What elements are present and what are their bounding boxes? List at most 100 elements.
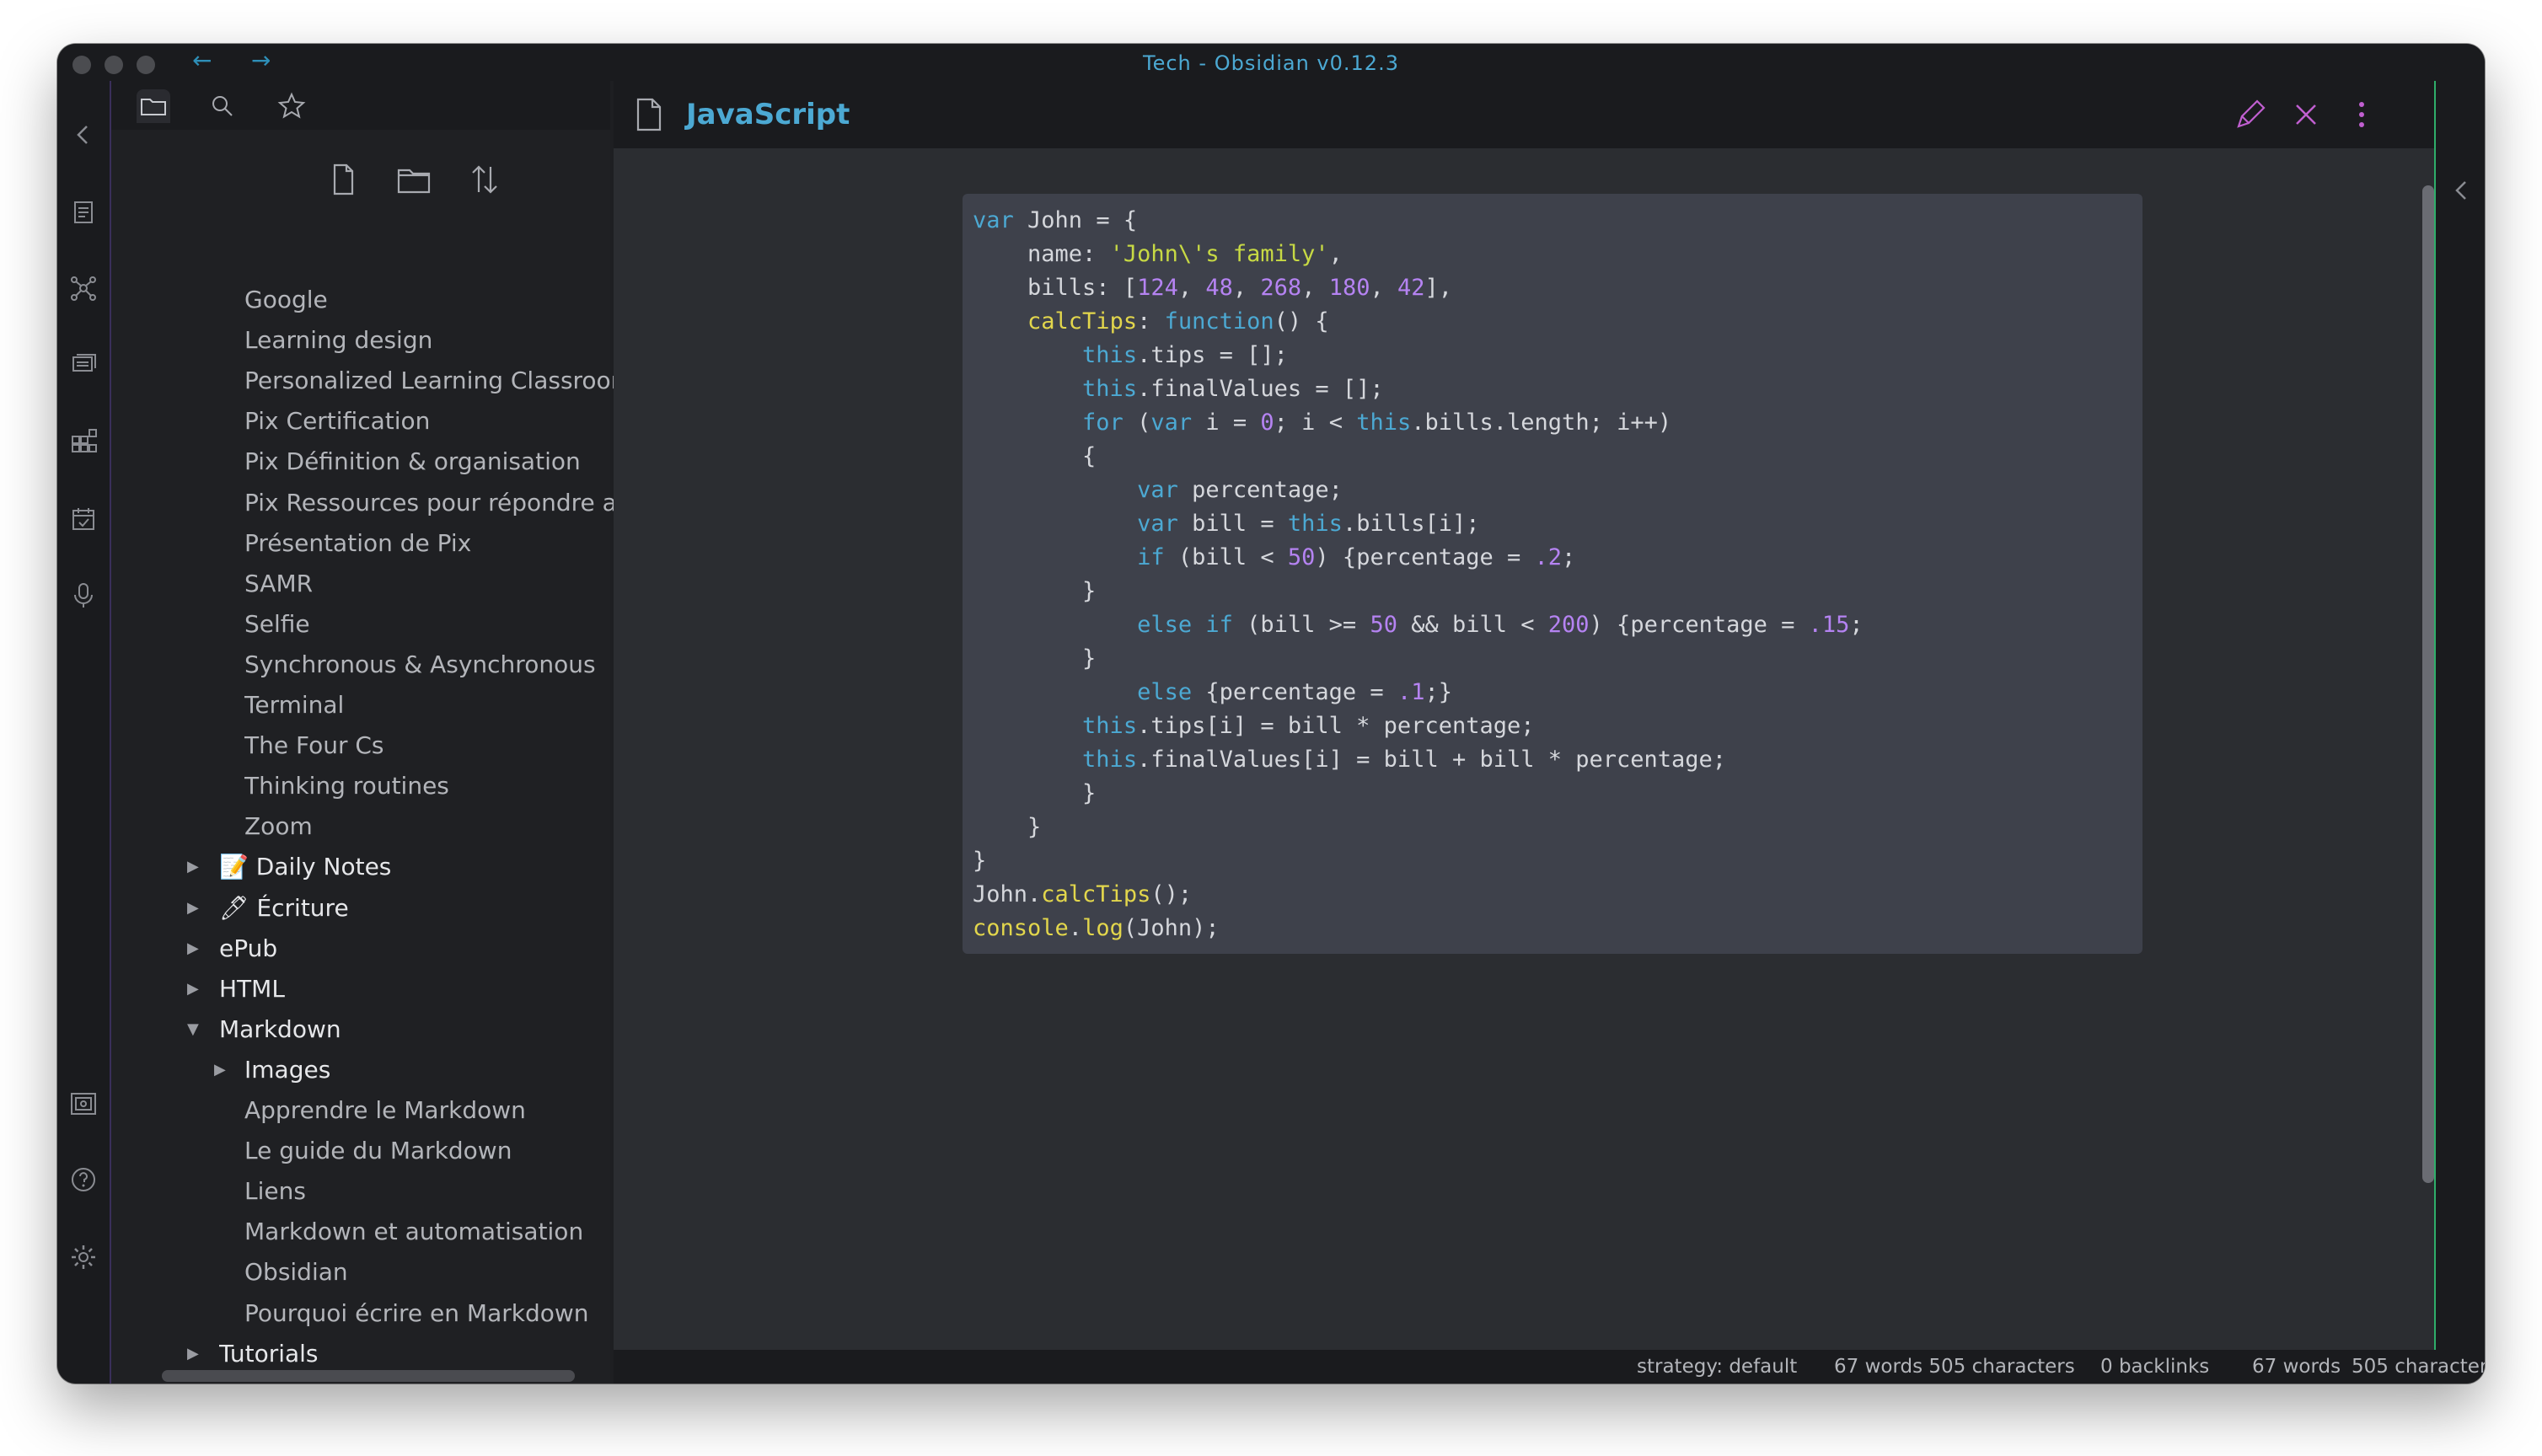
tree-file-item[interactable]: Synchronous & Asynchronous: [244, 646, 641, 683]
code-token: .: [1068, 915, 1083, 941]
tree-file-item[interactable]: Terminal: [244, 687, 641, 724]
tree-file-item[interactable]: The Four Cs: [244, 727, 641, 764]
editor-pane[interactable]: var John = { name: 'John\'s family', bil…: [614, 148, 2434, 1350]
code-block[interactable]: var John = { name: 'John\'s family', bil…: [963, 194, 2142, 954]
tree-file-item[interactable]: Selfie: [244, 606, 641, 643]
expand-right-sidebar-icon[interactable]: [2449, 174, 2473, 207]
status-strategy[interactable]: strategy: default: [1637, 1350, 1797, 1384]
close-icon[interactable]: [2287, 96, 2325, 133]
edit-pencil-icon[interactable]: [2232, 96, 2269, 133]
file-tree: Google Learning design Personalized Learni…: [111, 81, 641, 1384]
daily-note-icon[interactable]: [68, 504, 99, 534]
code-token: John = {: [1013, 207, 1138, 233]
code-token: ();: [1150, 881, 1193, 907]
code-token: () {: [1274, 308, 1329, 335]
code-token: .finalValues[i] = bill + bill * percenta…: [1137, 747, 1727, 773]
sidebar-horizontal-scrollbar[interactable]: [162, 1370, 575, 1382]
templates-icon[interactable]: [68, 349, 99, 379]
code-token: var: [1137, 511, 1178, 537]
open-quick-switcher-icon[interactable]: [68, 197, 99, 228]
tree-file-item[interactable]: Liens: [244, 1173, 641, 1210]
tree-file-item[interactable]: Apprendre le Markdown: [244, 1092, 641, 1129]
code-token: 124: [1137, 275, 1178, 301]
code-token: percentage;: [1177, 477, 1343, 503]
code-token: && bill <: [1397, 612, 1548, 638]
tree-file-item[interactable]: Obsidian: [244, 1254, 641, 1291]
code-token: this: [1082, 342, 1138, 368]
code-token: var: [973, 207, 1014, 233]
code-token: ,: [1328, 241, 1343, 267]
tree-collapse-arrow-icon[interactable]: ▼: [187, 1011, 199, 1048]
note-title[interactable]: JavaScript: [686, 94, 850, 135]
tree-file-item[interactable]: Markdown et automatisation: [244, 1213, 641, 1250]
status-character-count: 505 characters: [2352, 1356, 2485, 1378]
code-token: 0: [1260, 410, 1274, 436]
status-backlinks[interactable]: 0 backlinks: [2100, 1350, 2209, 1384]
tree-file-item[interactable]: Pix Ressources pour répondre aux que: [244, 484, 641, 522]
code-token: (: [1123, 410, 1151, 436]
microphone-icon[interactable]: [68, 580, 99, 610]
collapse-left-icon[interactable]: [68, 120, 99, 150]
editor-header: JavaScript: [614, 81, 2434, 149]
code-token: .bills[i];: [1342, 511, 1480, 537]
tree-collapse-arrow-icon[interactable]: ▶: [187, 971, 199, 1008]
tree-file-item[interactable]: Learning design: [244, 322, 641, 359]
code-token: }: [973, 645, 1097, 672]
code-token: 50: [1370, 612, 1397, 638]
back-arrow-icon[interactable]: ←: [192, 46, 212, 76]
tree-folder-item[interactable]: 📝 Daily Notes: [219, 848, 641, 886]
code-token: }: [973, 848, 987, 874]
code-token: ,: [1301, 275, 1329, 301]
more-options-icon[interactable]: [2343, 96, 2380, 133]
graph-view-icon[interactable]: [68, 273, 99, 303]
tree-file-item[interactable]: Google: [244, 281, 641, 318]
code-token: 268: [1260, 275, 1302, 301]
tree-folder-item[interactable]: Markdown: [219, 1011, 641, 1048]
tree-file-item[interactable]: Zoom: [244, 808, 641, 845]
editor-scrollbar[interactable]: [2422, 185, 2434, 1183]
code-token: .15: [1808, 612, 1850, 638]
code-token: }: [973, 814, 1042, 840]
forward-arrow-icon[interactable]: →: [251, 46, 271, 76]
tree-collapse-arrow-icon[interactable]: ▶: [214, 1052, 226, 1089]
tree-file-item[interactable]: Pix Certification: [244, 403, 641, 440]
help-icon[interactable]: [68, 1164, 99, 1195]
minimize-window-button[interactable]: [105, 56, 123, 74]
close-window-button[interactable]: [72, 56, 91, 74]
tree-file-item[interactable]: Pourquoi écrire en Markdown: [244, 1295, 641, 1332]
tree-file-item[interactable]: Personalized Learning Classrooms: [244, 362, 641, 399]
tree-file-item[interactable]: Le guide du Markdown: [244, 1132, 641, 1170]
tree-collapse-arrow-icon[interactable]: ▶: [187, 848, 199, 886]
code-token: this: [1082, 376, 1138, 402]
tree-folder-item[interactable]: HTML: [219, 971, 641, 1008]
tree-folder-item[interactable]: ePub: [219, 930, 641, 967]
code-token: ;}: [1424, 679, 1452, 705]
zoom-window-button[interactable]: [137, 56, 155, 74]
tree-folder-item[interactable]: 🖊 Écriture: [219, 890, 641, 927]
tree-file-item[interactable]: Pix Définition & organisation: [244, 443, 641, 480]
grid-icon[interactable]: [68, 426, 99, 457]
settings-icon[interactable]: [68, 1242, 99, 1272]
left-ribbon: [57, 81, 111, 1384]
code-token: .tips = [];: [1137, 342, 1288, 368]
code-token: ],: [1424, 275, 1453, 301]
tree-folder-item[interactable]: Tutorials: [219, 1336, 641, 1373]
tree-file-item[interactable]: SAMR: [244, 565, 641, 602]
status-word-count: 67 words: [2252, 1356, 2341, 1378]
tree-collapse-arrow-icon[interactable]: ▶: [187, 930, 199, 967]
tree-file-item[interactable]: Thinking routines: [244, 768, 641, 805]
tree-file-item[interactable]: Présentation de Pix: [244, 525, 641, 562]
code-token: for: [1082, 410, 1124, 436]
tree-folder-item[interactable]: Images: [244, 1052, 641, 1089]
tree-collapse-arrow-icon[interactable]: ▶: [187, 890, 199, 927]
code-token: this: [1356, 410, 1412, 436]
tree-collapse-arrow-icon[interactable]: ▶: [187, 1336, 199, 1373]
code-token: function: [1164, 308, 1274, 335]
vault-icon[interactable]: [68, 1089, 99, 1119]
